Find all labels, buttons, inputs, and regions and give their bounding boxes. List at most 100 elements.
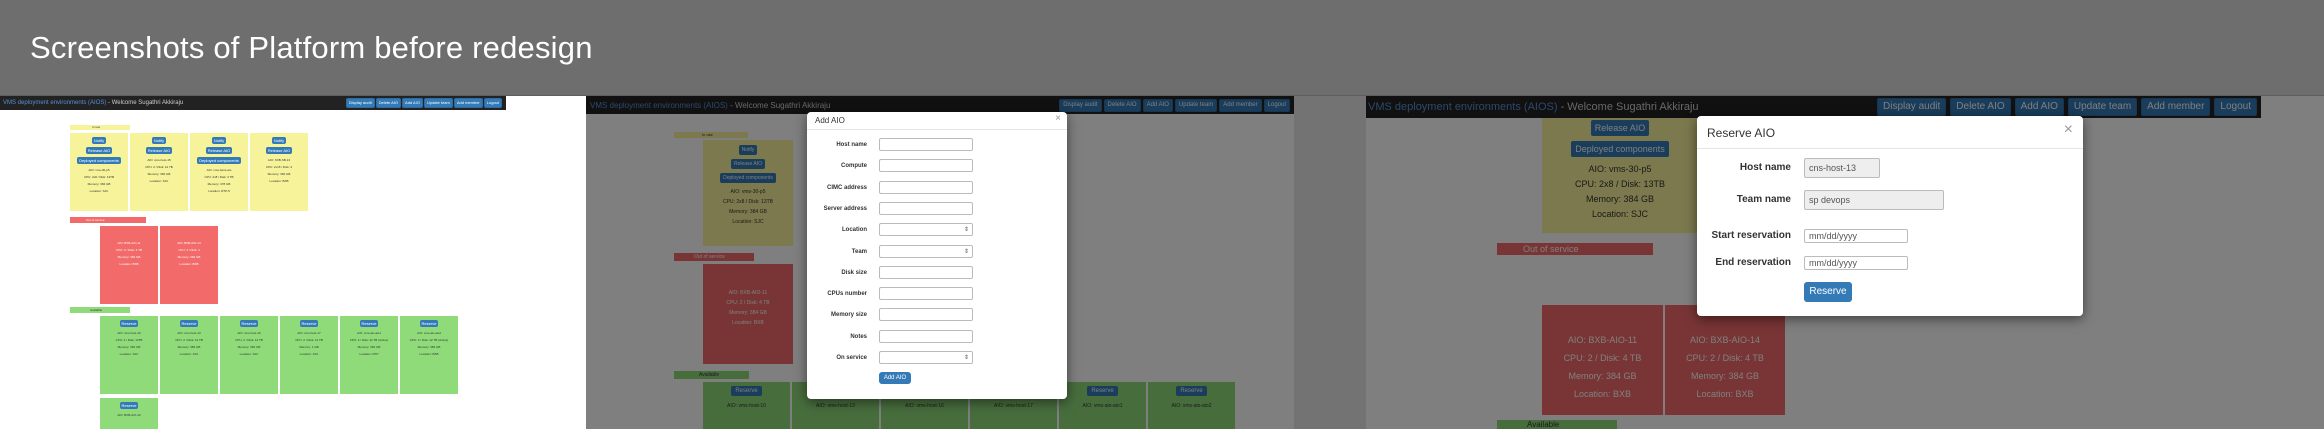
cimc-address-input[interactable] — [879, 180, 973, 194]
reserve-button[interactable]: Reserve — [419, 320, 439, 327]
reserve-button[interactable]: Reserve — [359, 320, 379, 327]
aio-location: Location: BXB — [119, 262, 139, 266]
start-reservation-input[interactable]: mm/dd/yyyy — [1804, 229, 1908, 243]
close-icon[interactable]: × — [2064, 121, 2073, 139]
aio-aio: AIO: vms-aio-aio2 — [416, 331, 441, 335]
start-reservation-row: Start reservation mm/dd/yyyy — [1697, 226, 2083, 246]
host-name-label: Host name — [1739, 162, 1791, 173]
aio-card: Notify Release AIO Deployed components AIO:… — [70, 133, 128, 211]
compute-row: Compute — [807, 159, 1067, 173]
deployed-components-button[interactable]: Deployed components — [197, 157, 241, 164]
aio-aio: AIO: vms-host-15 — [147, 158, 171, 162]
aio-card: Reserve AIO: vms-host-17 CPU: 2 / Disk: 14… — [280, 316, 338, 394]
location-select[interactable]: ⇕ — [879, 223, 973, 237]
end-reservation-input[interactable]: mm/dd/yyyy — [1804, 256, 1908, 270]
host-name-label: Host name — [836, 142, 867, 148]
modal-divider — [807, 129, 1067, 130]
aio-aio: AIO: vms-aio-aio1 — [356, 331, 381, 335]
logout-nav-button[interactable]: Logout — [483, 98, 502, 108]
notify-button[interactable]: Notify — [151, 137, 167, 144]
team-name-input: sp devops — [1804, 190, 1944, 210]
aio-memory: Memory: 384 GB — [87, 182, 111, 186]
aio-location: Location: SJC — [239, 352, 259, 356]
aio-card: Reserve AIO: vms-host-13 CPU: 2 / Disk: 12… — [160, 316, 218, 394]
team-name-label: Team name — [1736, 194, 1791, 205]
aio-memory: Memory: 384 GB — [177, 255, 201, 259]
reserve-button[interactable]: Reserve — [239, 320, 259, 327]
add-aio-modal: Add AIO × Host name Compute CIMC address Se… — [807, 112, 1067, 399]
aio-aio: AIO: BXB-AIO-11 — [117, 241, 141, 245]
cimc-address-label: CIMC address — [826, 184, 867, 191]
host-name-row: Host name cns-host-13 — [1697, 158, 2083, 178]
add-aio-submit-button[interactable]: Add AIO — [879, 372, 911, 384]
aio-spec: CPU: 2 / Disk: 4 TB — [116, 248, 142, 252]
cpus-number-input[interactable] — [879, 287, 973, 301]
notify-button[interactable]: Notify — [271, 137, 287, 144]
memory-size-label: Memory size — [830, 312, 867, 319]
release-aio-button[interactable]: Release AIO — [145, 147, 173, 154]
notify-button[interactable]: Notify — [91, 137, 107, 144]
aio-location: Location: SJC — [119, 352, 139, 356]
host-name-input[interactable] — [879, 138, 973, 151]
aio-card: Reserve AIO: BXB-AIO-12 — [100, 398, 158, 429]
update-team-nav-button[interactable]: Update team — [423, 98, 453, 108]
aio-aio: AIO: vms-host-16 — [237, 331, 261, 335]
aio-aio: AIO: vms-host-10 — [117, 331, 141, 335]
close-icon[interactable]: × — [1055, 113, 1061, 124]
aio-location: Location: SJC — [179, 352, 199, 356]
location-label: Location — [842, 227, 867, 234]
reserve-submit-button[interactable]: Reserve — [1804, 282, 1852, 302]
release-aio-button[interactable]: Release AIO — [265, 147, 293, 154]
server-address-label: Server address — [823, 205, 867, 212]
add-aio-nav-button[interactable]: Add AIO — [402, 98, 423, 108]
reserve-button[interactable]: Reserve — [119, 402, 139, 409]
aio-memory: Memory: 384 GB — [117, 345, 141, 349]
chevron-updown-icon: ⇕ — [963, 355, 969, 361]
release-aio-button[interactable]: Release AIO — [205, 147, 233, 154]
aio-aio: AIO: vms-30-p5 — [88, 168, 110, 172]
cimc-address-row: CIMC address — [807, 180, 1067, 195]
aio-memory: Memory: 1 GB — [299, 345, 319, 349]
aio-memory: Memory: 384 GB — [357, 345, 381, 349]
release-aio-button[interactable]: Release AIO — [85, 147, 113, 154]
section-out-of-service: Out of service — [70, 217, 146, 223]
team-label: Team — [851, 248, 867, 255]
end-reservation-row: End reservation mm/dd/yyyy — [1697, 253, 2083, 273]
gap-panel — [1294, 96, 1366, 429]
host-name-row: Host name — [807, 138, 1067, 152]
reserve-button[interactable]: Reserve — [119, 320, 139, 327]
start-reservation-label: Start reservation — [1711, 230, 1791, 241]
aio-memory: Memory: 384 GB — [147, 172, 171, 176]
delete-aio-nav-button[interactable]: Delete AIO — [375, 98, 402, 108]
chevron-updown-icon: ⇕ — [963, 248, 969, 255]
reserve-button[interactable]: Reserve — [299, 320, 319, 327]
team-name-row: Team name sp devops — [1697, 190, 2083, 210]
section-available: Available — [70, 307, 130, 313]
modal-title: Reserve AIO — [1707, 126, 1776, 140]
team-row: Team ⇕ — [807, 244, 1067, 259]
aio-location: Location: BXB — [179, 262, 199, 266]
server-address-input[interactable] — [879, 201, 973, 215]
aio-memory: Memory: 384 GB — [177, 345, 201, 349]
aio-card: Reserve AIO: vms-aio-aio1 CPU: 2 / Disk: 1… — [340, 316, 398, 394]
slide-header: Screenshots of Platform before redesign — [0, 0, 2324, 97]
cpus-number-label: CPUs number — [827, 291, 867, 298]
team-select[interactable]: ⇕ — [879, 244, 973, 258]
reserve-button[interactable]: Reserve — [179, 320, 199, 327]
deployed-components-button[interactable]: Deployed components — [77, 157, 121, 164]
app-brand[interactable]: VMS deployment environments (AIOS) - Wel… — [3, 100, 183, 106]
disk-size-input[interactable] — [879, 265, 973, 279]
on-service-select[interactable]: ⇕ — [879, 351, 973, 364]
add-member-nav-button[interactable]: Add member — [453, 98, 483, 108]
aio-spec: CPU: 2 / Disk: 14 TB — [295, 338, 323, 342]
compute-input[interactable] — [879, 159, 973, 173]
nav-buttons: Display auditDelete AIOAdd AIOUpdate tea… — [345, 96, 502, 110]
aio-aio: AIO: vms-host-17 — [297, 331, 321, 335]
display-audit-nav-button[interactable]: Display audit — [345, 98, 375, 108]
memory-size-input[interactable] — [879, 308, 973, 322]
screenshot-dashboard: VMS deployment environments (AIOS) - Wel… — [0, 96, 586, 429]
notify-button[interactable]: Notify — [211, 137, 227, 144]
aio-card: Notify Release AIO Deployed components AIO:… — [190, 133, 248, 211]
aio-aio: AIO: BXB-AIO-14 — [177, 241, 201, 245]
notes-input[interactable] — [879, 329, 973, 343]
